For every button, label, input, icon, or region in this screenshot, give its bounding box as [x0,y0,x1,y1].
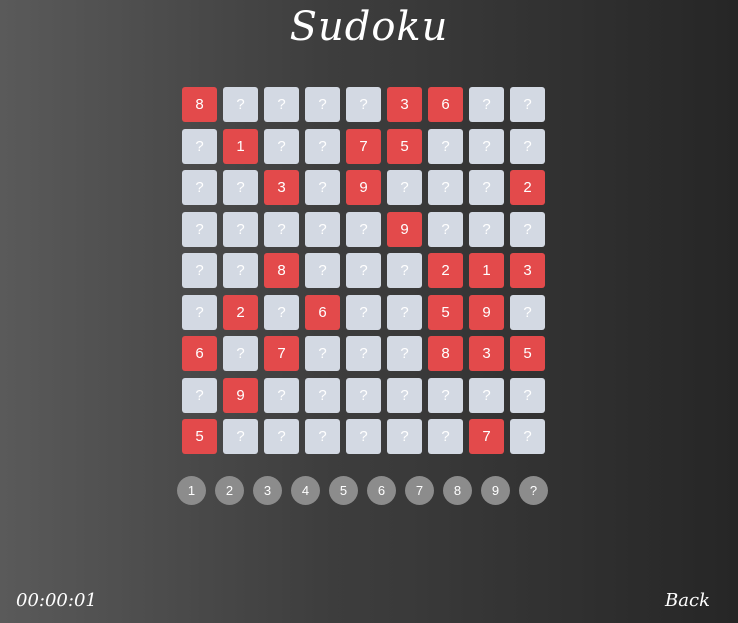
sudoku-cell-given[interactable]: 3 [264,170,299,205]
sudoku-cell-empty[interactable]: ? [223,87,258,122]
sudoku-cell-given[interactable]: 3 [387,87,422,122]
sudoku-cell-empty[interactable]: ? [387,253,422,288]
sudoku-cell-empty[interactable]: ? [182,128,217,164]
sudoku-cell-empty[interactable]: ? [428,377,463,413]
picker-number-8[interactable]: 8 [443,476,472,505]
sudoku-cell-empty[interactable]: ? [387,170,422,205]
timer: 00:00:01 [16,590,97,611]
sudoku-cell-empty[interactable]: ? [305,419,340,454]
sudoku-cell-empty[interactable]: ? [346,336,381,371]
sudoku-cell-empty[interactable]: ? [428,211,463,247]
sudoku-cell-given[interactable]: 8 [182,87,217,122]
sudoku-cell-empty[interactable]: ? [510,87,545,122]
sudoku-cell-empty[interactable]: ? [182,377,217,413]
picker-number-3[interactable]: 3 [253,476,282,505]
sudoku-board: 8???? 3 6??? 1?? 7 5????? 3? 9??? 2????? 9????? 8?… [182,87,545,454]
sudoku-cell-given[interactable]: 9 [469,294,504,330]
sudoku-cell-given[interactable]: 1 [223,128,258,164]
sudoku-cell-empty[interactable]: ? [264,419,299,454]
sudoku-cell-empty[interactable]: ? [469,128,504,164]
picker-number-7[interactable]: 7 [405,476,434,505]
sudoku-cell-given[interactable]: 7 [469,419,504,454]
sudoku-cell-empty[interactable]: ? [223,211,258,247]
sudoku-cell-empty[interactable]: ? [346,419,381,454]
sudoku-cell-empty[interactable]: ? [510,128,545,164]
sudoku-cell-given[interactable]: 7 [346,128,381,164]
sudoku-cell-empty[interactable]: ? [182,170,217,205]
sudoku-cell-given[interactable]: 5 [428,294,463,330]
sudoku-cell-given[interactable]: 6 [182,336,217,371]
picker-number-1[interactable]: 1 [177,476,206,505]
page-title: Sudoku [289,4,449,50]
sudoku-cell-empty[interactable]: ? [182,294,217,330]
sudoku-cell-empty[interactable]: ? [469,377,504,413]
sudoku-cell-empty[interactable]: ? [346,294,381,330]
picker-number-9[interactable]: 9 [481,476,510,505]
sudoku-cell-empty[interactable]: ? [428,419,463,454]
sudoku-cell-empty[interactable]: ? [346,253,381,288]
sudoku-cell-given[interactable]: 1 [469,253,504,288]
picker-clear-button[interactable]: ? [519,476,548,505]
sudoku-cell-empty[interactable]: ? [223,253,258,288]
sudoku-cell-empty[interactable]: ? [305,253,340,288]
sudoku-cell-empty[interactable]: ? [469,211,504,247]
sudoku-cell-empty[interactable]: ? [264,87,299,122]
sudoku-cell-empty[interactable]: ? [510,211,545,247]
sudoku-cell-empty[interactable]: ? [223,419,258,454]
sudoku-cell-given[interactable]: 2 [510,170,545,205]
sudoku-cell-empty[interactable]: ? [305,377,340,413]
sudoku-cell-empty[interactable]: ? [387,377,422,413]
sudoku-cell-empty[interactable]: ? [346,377,381,413]
sudoku-cell-given[interactable]: 7 [264,336,299,371]
sudoku-cell-empty[interactable]: ? [510,419,545,454]
sudoku-cell-empty[interactable]: ? [510,294,545,330]
picker-number-4[interactable]: 4 [291,476,320,505]
picker-number-5[interactable]: 5 [329,476,358,505]
sudoku-cell-empty[interactable]: ? [264,377,299,413]
sudoku-cell-empty[interactable]: ? [510,377,545,413]
sudoku-cell-empty[interactable]: ? [305,87,340,122]
sudoku-cell-given[interactable]: 3 [510,253,545,288]
sudoku-cell-empty[interactable]: ? [305,211,340,247]
sudoku-cell-given[interactable]: 5 [182,419,217,454]
sudoku-cell-empty[interactable]: ? [387,294,422,330]
sudoku-cell-given[interactable]: 9 [223,377,258,413]
sudoku-cell-empty[interactable]: ? [346,87,381,122]
sudoku-cell-given[interactable]: 6 [428,87,463,122]
sudoku-cell-empty[interactable]: ? [182,253,217,288]
sudoku-cell-empty[interactable]: ? [469,170,504,205]
sudoku-cell-empty[interactable]: ? [346,211,381,247]
sudoku-cell-empty[interactable]: ? [264,211,299,247]
sudoku-cell-given[interactable]: 3 [469,336,504,371]
sudoku-cell-given[interactable]: 2 [428,253,463,288]
sudoku-cell-empty[interactable]: ? [305,170,340,205]
sudoku-cell-given[interactable]: 8 [264,253,299,288]
sudoku-cell-given[interactable]: 9 [387,211,422,247]
sudoku-cell-given[interactable]: 2 [223,294,258,330]
sudoku-cell-empty[interactable]: ? [305,128,340,164]
sudoku-cell-empty[interactable]: ? [428,128,463,164]
sudoku-cell-given[interactable]: 8 [428,336,463,371]
sudoku-cell-empty[interactable]: ? [264,128,299,164]
sudoku-cell-given[interactable]: 5 [510,336,545,371]
sudoku-cell-empty[interactable]: ? [387,336,422,371]
sudoku-cell-empty[interactable]: ? [387,419,422,454]
sudoku-cell-given[interactable]: 9 [346,170,381,205]
picker-number-2[interactable]: 2 [215,476,244,505]
sudoku-cell-empty[interactable]: ? [469,87,504,122]
sudoku-cell-empty[interactable]: ? [305,336,340,371]
sudoku-cell-empty[interactable]: ? [223,336,258,371]
back-button[interactable]: Back [665,590,710,611]
sudoku-cell-empty[interactable]: ? [264,294,299,330]
sudoku-cell-given[interactable]: 5 [387,128,422,164]
sudoku-cell-given[interactable]: 6 [305,294,340,330]
sudoku-cell-empty[interactable]: ? [428,170,463,205]
number-picker: 1 2 3 4 5 6 7 8 9? [177,476,548,505]
sudoku-cell-empty[interactable]: ? [182,211,217,247]
sudoku-cell-empty[interactable]: ? [223,170,258,205]
picker-number-6[interactable]: 6 [367,476,396,505]
